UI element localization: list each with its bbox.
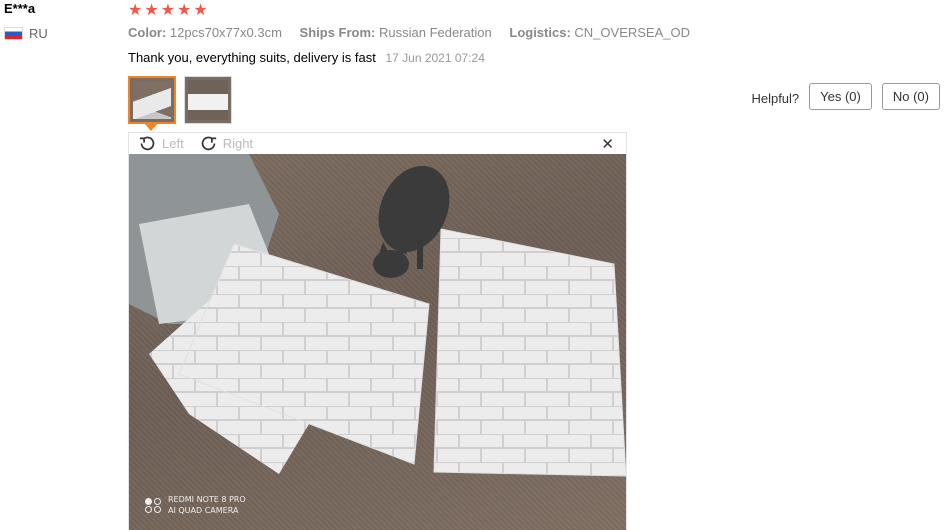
review-text: Thank you, everything suits, delivery is…: [128, 50, 376, 65]
reviewer-name: E***a: [4, 1, 36, 16]
helpful-yes-button[interactable]: Yes (0): [809, 83, 872, 110]
rotate-left-icon: [139, 136, 155, 151]
review-photo[interactable]: REDMI NOTE 8 PRO AI QUAD CAMERA: [129, 154, 626, 530]
reviewer-country: RU: [4, 26, 48, 41]
rotate-right-button[interactable]: Right: [200, 135, 253, 152]
helpful-no-button[interactable]: No (0): [881, 83, 940, 110]
review-date: 17 Jun 2021 07:24: [385, 51, 485, 65]
review-attributes: Color: 12pcs70x77x0.3cm Ships From: Russ…: [128, 25, 704, 40]
review-thumbnails: [128, 76, 232, 124]
camera-watermark: REDMI NOTE 8 PRO AI QUAD CAMERA: [145, 494, 246, 516]
photo-illustration: [129, 154, 626, 477]
rotate-right-label: Right: [222, 136, 254, 151]
color-value: 12pcs70x77x0.3cm: [169, 25, 282, 40]
logistics-value: CN_OVERSEA_OD: [574, 25, 690, 40]
viewer-toolbar: Left Right ✕: [129, 133, 626, 154]
logistics-label: Logistics:: [509, 25, 571, 40]
helpful-label: Helpful?: [751, 91, 800, 106]
star-icon: ★: [177, 2, 192, 19]
country-code: RU: [29, 26, 48, 41]
russia-flag-icon: [4, 27, 23, 40]
helpful-section: Helpful? Yes (0) No (0): [751, 83, 944, 110]
star-icon: ★: [128, 2, 143, 19]
image-viewer: Left Right ✕ REDMI NOTE 8 PRO AI QUAD CA…: [128, 132, 627, 530]
star-icon: ★: [193, 2, 208, 19]
rating-stars: ★ ★ ★ ★ ★: [128, 0, 208, 20]
rotate-left-label: Left: [162, 136, 184, 151]
thumbnail-image: [133, 81, 171, 119]
close-icon[interactable]: ✕: [601, 135, 614, 153]
review-body: Thank you, everything suits, delivery is…: [128, 50, 485, 65]
thumbnail-1[interactable]: [128, 76, 176, 124]
star-icon: ★: [144, 2, 159, 19]
thumbnail-image: [188, 80, 228, 120]
ships-from-label: Ships From:: [299, 25, 376, 40]
rotate-left-button[interactable]: Left: [139, 135, 184, 152]
active-thumbnail-pointer: [144, 123, 158, 131]
watermark-line-1: REDMI NOTE 8 PRO: [168, 495, 246, 504]
camera-logo-icon: [145, 497, 162, 513]
color-label: Color:: [128, 25, 167, 40]
rotate-right-icon: [201, 136, 216, 151]
star-icon: ★: [160, 2, 176, 19]
thumbnail-2[interactable]: [184, 76, 232, 124]
watermark-line-2: AI QUAD CAMERA: [168, 506, 239, 515]
ships-from-value: Russian Federation: [379, 25, 492, 40]
